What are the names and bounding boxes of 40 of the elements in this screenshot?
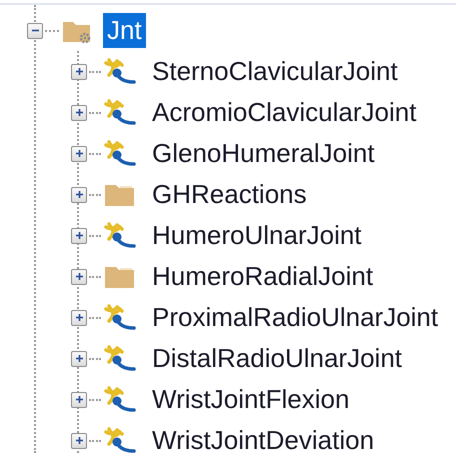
expand-button[interactable] — [71, 432, 87, 448]
tree-item[interactable]: ProximalRadioUlnarJoint — [149, 301, 442, 334]
expand-button[interactable] — [71, 104, 87, 120]
plus-icon — [74, 435, 84, 446]
tree-item[interactable]: AcromioClavicularJoint — [149, 96, 420, 129]
expand-button[interactable] — [71, 310, 87, 326]
expand-button[interactable] — [71, 392, 87, 408]
expand-button[interactable] — [71, 228, 87, 244]
tree-item[interactable]: SternoClavicularJoint — [149, 55, 401, 88]
joint-icon — [103, 140, 137, 168]
joint-icon — [103, 386, 137, 414]
plus-icon — [74, 148, 84, 159]
tree-item[interactable]: GHReactions — [149, 178, 310, 211]
plus-icon — [74, 394, 84, 405]
tree-item[interactable]: HumeroRadialJoint — [149, 260, 376, 293]
tree-item[interactable]: HumeroUlnarJoint — [149, 219, 365, 252]
expand-button[interactable] — [71, 186, 87, 202]
tree-item[interactable]: Jnt — [103, 13, 146, 48]
collapse-button[interactable] — [27, 22, 43, 38]
plus-icon — [74, 230, 84, 241]
tree-item[interactable]: WristJointFlexion — [149, 383, 352, 416]
joint-icon — [103, 222, 137, 250]
expand-button[interactable] — [71, 350, 87, 366]
joint-icon — [103, 304, 137, 332]
plus-icon — [74, 66, 84, 77]
tree-item[interactable]: GlenoHumeralJoint — [149, 137, 378, 170]
plus-icon — [74, 189, 84, 200]
plus-icon — [74, 312, 84, 323]
joint-icon — [103, 98, 137, 126]
expand-button[interactable] — [71, 64, 87, 80]
joint-icon — [103, 344, 137, 372]
joint-icon — [103, 58, 137, 86]
plus-icon — [74, 271, 84, 282]
plus-icon — [74, 353, 84, 364]
plus-icon — [74, 107, 84, 118]
tree-item[interactable]: DistalRadioUlnarJoint — [149, 342, 405, 375]
expand-button[interactable] — [71, 268, 87, 284]
joint-icon — [103, 426, 137, 453]
tree-item[interactable]: WristJointDeviation — [149, 424, 378, 453]
expand-button[interactable] — [71, 146, 87, 162]
